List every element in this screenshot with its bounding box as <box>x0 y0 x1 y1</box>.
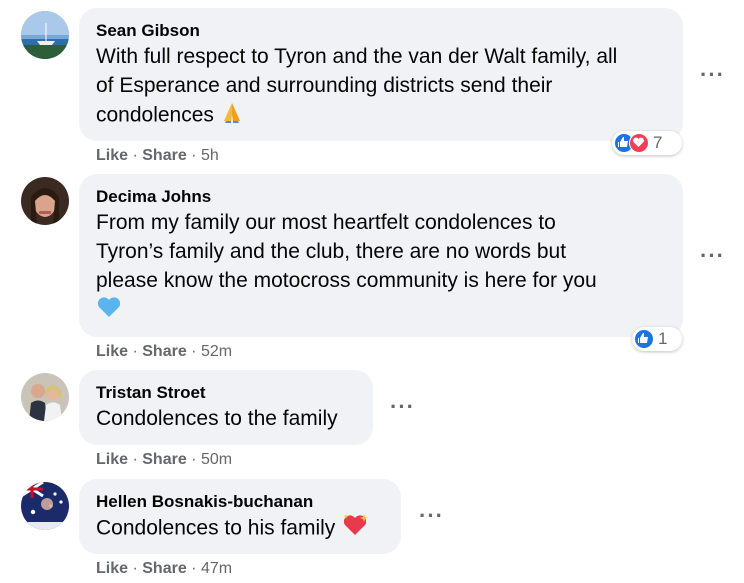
pray-emoji-icon <box>220 100 244 132</box>
avatar-portrait-image <box>21 177 69 225</box>
comment-text-line: please know the motocross community is h… <box>96 269 597 292</box>
reaction-count: 1 <box>658 329 668 348</box>
more-options-icon[interactable]: ··· <box>700 64 725 86</box>
like-button[interactable]: Like <box>96 560 128 577</box>
comment-text-line: condolences <box>96 103 214 127</box>
more-options-icon[interactable]: ··· <box>419 505 444 527</box>
avatar-australia-flag-image <box>21 482 69 530</box>
comment-author[interactable]: Hellen Bosnakis-buchanan <box>96 491 384 513</box>
avatar[interactable] <box>21 11 69 59</box>
avatar-couple-image <box>21 373 69 421</box>
comment-timestamp[interactable]: 47m <box>201 560 232 577</box>
avatar[interactable] <box>21 177 69 225</box>
separator: · <box>191 343 197 360</box>
comment-actions: Like · Share · 5h <box>96 147 219 165</box>
comment-text-line: With full respect to Tyron and the van d… <box>96 45 618 68</box>
more-options-icon[interactable]: ··· <box>390 396 415 418</box>
blue-heart-emoji-icon <box>96 295 122 327</box>
separator: · <box>132 147 138 164</box>
reaction-count: 7 <box>653 133 663 152</box>
comment-text-line: From my family our most heartfelt condol… <box>96 211 556 234</box>
separator: · <box>191 147 197 164</box>
avatar[interactable] <box>21 373 69 421</box>
separator: · <box>191 451 197 468</box>
comment-bubble: Decima Johns From my family our most hea… <box>79 174 683 337</box>
comment-bubble: Sean Gibson With full respect to Tyron a… <box>79 8 683 141</box>
comment-text-line: Tyron’s family and the club, there are n… <box>96 240 567 263</box>
share-button[interactable]: Share <box>142 560 186 577</box>
share-button[interactable]: Share <box>142 451 186 468</box>
like-button[interactable]: Like <box>96 147 128 164</box>
comment-actions: Like · Share · 47m <box>96 560 232 578</box>
like-reaction-icon <box>634 329 654 349</box>
more-options-icon[interactable]: ··· <box>700 245 725 267</box>
comment-author[interactable]: Decima Johns <box>96 186 666 208</box>
share-button[interactable]: Share <box>142 343 186 360</box>
comment-actions: Like · Share · 50m <box>96 451 232 469</box>
like-button[interactable]: Like <box>96 343 128 360</box>
comment-bubble: Hellen Bosnakis-buchanan Condolences to … <box>79 479 401 554</box>
share-button[interactable]: Share <box>142 147 186 164</box>
comment-timestamp[interactable]: 50m <box>201 451 232 468</box>
comment-author[interactable]: Tristan Stroet <box>96 382 356 404</box>
comment-timestamp[interactable]: 52m <box>201 343 232 360</box>
separator: · <box>132 343 138 360</box>
avatar[interactable] <box>21 482 69 530</box>
comment-text-line: Condolences to his family <box>96 516 336 540</box>
comment-text-line: of Esperance and surrounding districts s… <box>96 74 553 97</box>
separator: · <box>132 560 138 577</box>
separator: · <box>191 560 197 577</box>
separator: · <box>132 451 138 468</box>
love-reaction-icon <box>629 133 649 153</box>
like-button[interactable]: Like <box>96 451 128 468</box>
comment-timestamp[interactable]: 5h <box>201 147 219 164</box>
sparkling-heart-emoji-icon <box>341 513 369 545</box>
comment-bubble: Tristan Stroet Condolences to the family <box>79 370 373 445</box>
comment-author[interactable]: Sean Gibson <box>96 20 666 42</box>
comment-actions: Like · Share · 52m <box>96 343 232 361</box>
reaction-summary[interactable]: 1 <box>632 327 682 351</box>
comment-text-line: Condolences to the family <box>96 407 338 430</box>
reaction-summary[interactable]: 7 <box>612 131 682 155</box>
avatar-boat-image <box>21 11 69 59</box>
